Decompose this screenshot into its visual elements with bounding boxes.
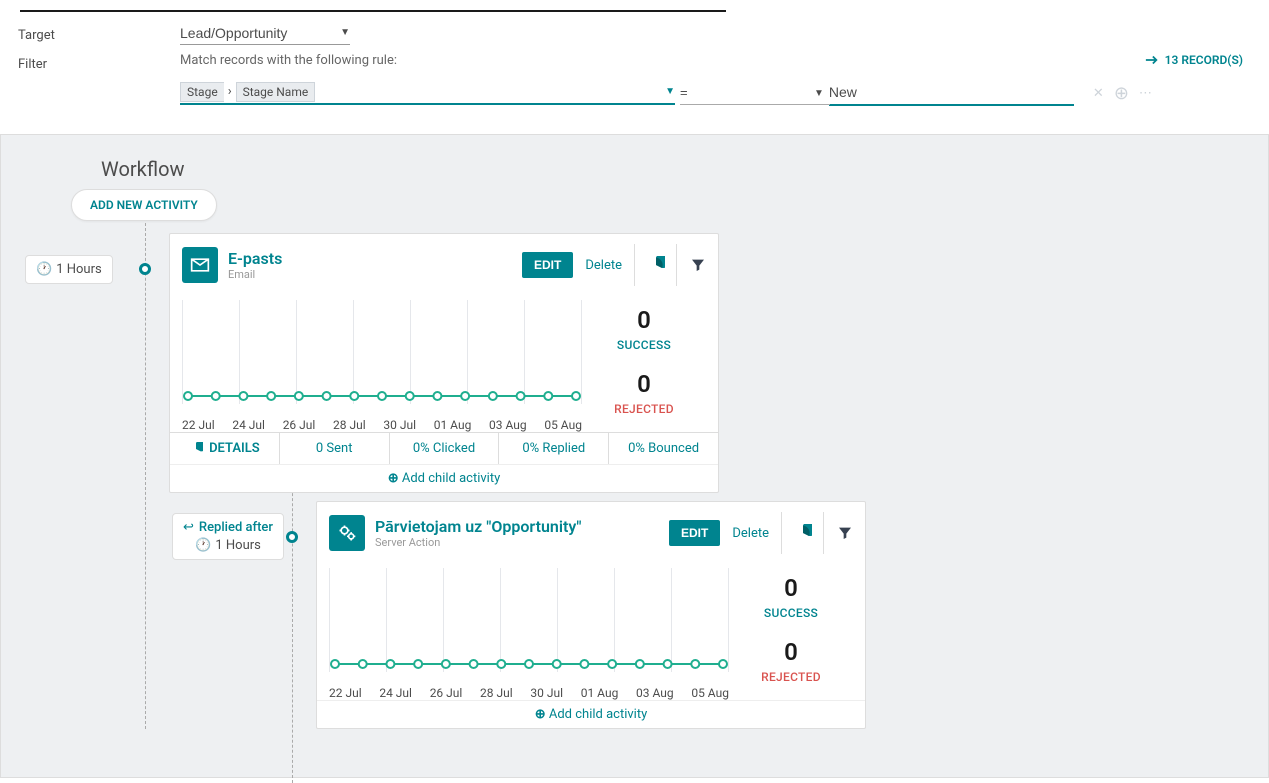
clock-icon: 🕐 <box>195 538 211 553</box>
condition-chip[interactable]: ↩ Replied after 🕐 1 Hours <box>172 513 284 560</box>
activity-title: E-pasts <box>228 249 512 268</box>
email-icon <box>182 247 218 283</box>
rule-tag-stage: Stage <box>180 82 224 102</box>
rejected-value: 0 <box>637 370 651 398</box>
filter-icon[interactable] <box>676 244 718 286</box>
replied-stat[interactable]: 0% Replied <box>499 433 609 464</box>
filter-label: Filter <box>18 53 180 72</box>
plus-icon: ⊕ <box>535 707 546 722</box>
filter-description: Match records with the following rule: <box>180 53 1145 68</box>
remove-rule-icon[interactable]: ✕ <box>1093 86 1104 101</box>
clicked-stat[interactable]: 0% Clicked <box>390 433 500 464</box>
records-link[interactable]: 13 RECORD(S) <box>1145 53 1243 67</box>
reply-icon: ↩ <box>183 520 194 535</box>
delete-link[interactable]: Delete <box>720 526 781 541</box>
gears-icon <box>329 515 365 551</box>
pie-chart-icon[interactable] <box>634 244 676 286</box>
filter-icon[interactable] <box>823 512 865 554</box>
rule-tag-stagename: Stage Name <box>236 82 316 102</box>
bounced-stat[interactable]: 0% Bounced <box>609 433 718 464</box>
add-activity-button[interactable]: ADD NEW ACTIVITY <box>71 189 217 221</box>
caret-down-icon: ▼ <box>665 86 675 97</box>
target-select[interactable] <box>180 22 350 45</box>
rejected-label: REJECTED <box>614 402 674 416</box>
sent-stat[interactable]: 0 Sent <box>280 433 390 464</box>
activity-subtitle: Email <box>228 268 512 281</box>
success-value: 0 <box>784 574 798 602</box>
success-value: 0 <box>637 306 651 334</box>
success-label: SUCCESS <box>764 606 818 620</box>
activity-title: Pārvietojam uz "Opportunity" <box>375 517 659 536</box>
chevron-right-icon: › <box>228 84 232 99</box>
rule-value-input[interactable] <box>829 80 1074 106</box>
activity-card-server-action: Pārvietojam uz "Opportunity" Server Acti… <box>316 501 866 729</box>
rejected-label: REJECTED <box>761 670 821 684</box>
success-label: SUCCESS <box>617 338 671 352</box>
edit-button[interactable]: EDIT <box>522 252 573 278</box>
rule-field-select[interactable]: Stage › Stage Name ▼ <box>180 82 675 105</box>
plus-icon: ⊕ <box>388 471 399 486</box>
add-child-button[interactable]: ⊕ Add child activity <box>170 464 718 492</box>
timeline-dot <box>286 531 298 543</box>
more-icon[interactable]: ⋯ <box>1139 86 1152 101</box>
rule-operator-select[interactable] <box>680 81 830 105</box>
workflow-heading: Workflow <box>101 157 1268 181</box>
activity-card-email: E-pasts Email EDIT Delete <box>169 233 719 493</box>
arrow-right-icon <box>1145 53 1159 67</box>
target-label: Target <box>18 24 180 43</box>
details-button[interactable]: DETAILS <box>170 433 280 464</box>
edit-button[interactable]: EDIT <box>669 520 720 546</box>
activity-subtitle: Server Action <box>375 536 659 549</box>
time-chip[interactable]: 🕐 1 Hours <box>25 255 113 284</box>
pie-chart-icon <box>189 442 203 456</box>
add-rule-icon[interactable]: ⊕ <box>1114 83 1129 104</box>
rejected-value: 0 <box>784 638 798 666</box>
clock-icon: 🕐 <box>36 262 52 277</box>
pie-chart-icon[interactable] <box>781 512 823 554</box>
activity-chart: 22 Jul24 Jul26 Jul28 Jul30 Jul01 Aug03 A… <box>329 568 729 700</box>
delete-link[interactable]: Delete <box>573 258 634 273</box>
add-child-button[interactable]: ⊕ Add child activity <box>317 700 865 728</box>
activity-chart: 22 Jul24 Jul26 Jul28 Jul30 Jul01 Aug03 A… <box>182 300 582 432</box>
timeline-dot <box>139 263 151 275</box>
